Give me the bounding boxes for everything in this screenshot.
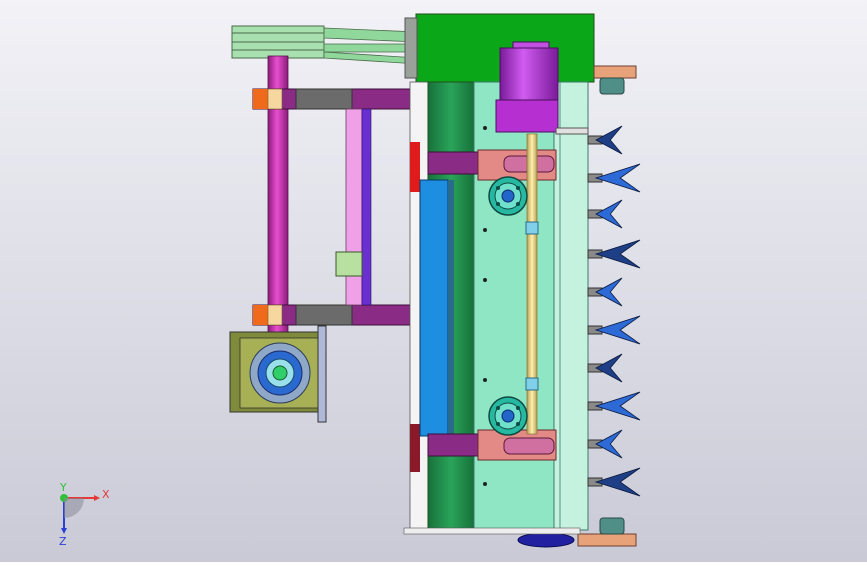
top-bearing — [599, 77, 625, 95]
machine-drawing: X Y Z — [0, 0, 867, 562]
y-axis-label: Y — [59, 481, 67, 494]
gearbox — [229, 325, 327, 423]
x-axis-label: X — [102, 488, 110, 501]
red-marker-top — [410, 142, 420, 192]
roller-mint — [473, 81, 555, 531]
lower-gear — [488, 396, 528, 436]
top-flange — [593, 65, 637, 79]
bottom-sprocket — [517, 532, 575, 548]
lower-bracket — [427, 429, 557, 461]
upper-gear — [488, 176, 528, 216]
bottom-bearing — [599, 517, 625, 535]
blue-panel — [419, 179, 449, 437]
belt-pulley — [231, 25, 419, 65]
z-axis-label: Z — [59, 535, 67, 548]
bottom-flange — [577, 533, 637, 547]
red-marker-bottom — [410, 424, 420, 472]
clip-bracket — [335, 251, 363, 277]
side-plate — [553, 81, 589, 531]
cad-viewport[interactable]: X Y Z — [0, 0, 867, 562]
